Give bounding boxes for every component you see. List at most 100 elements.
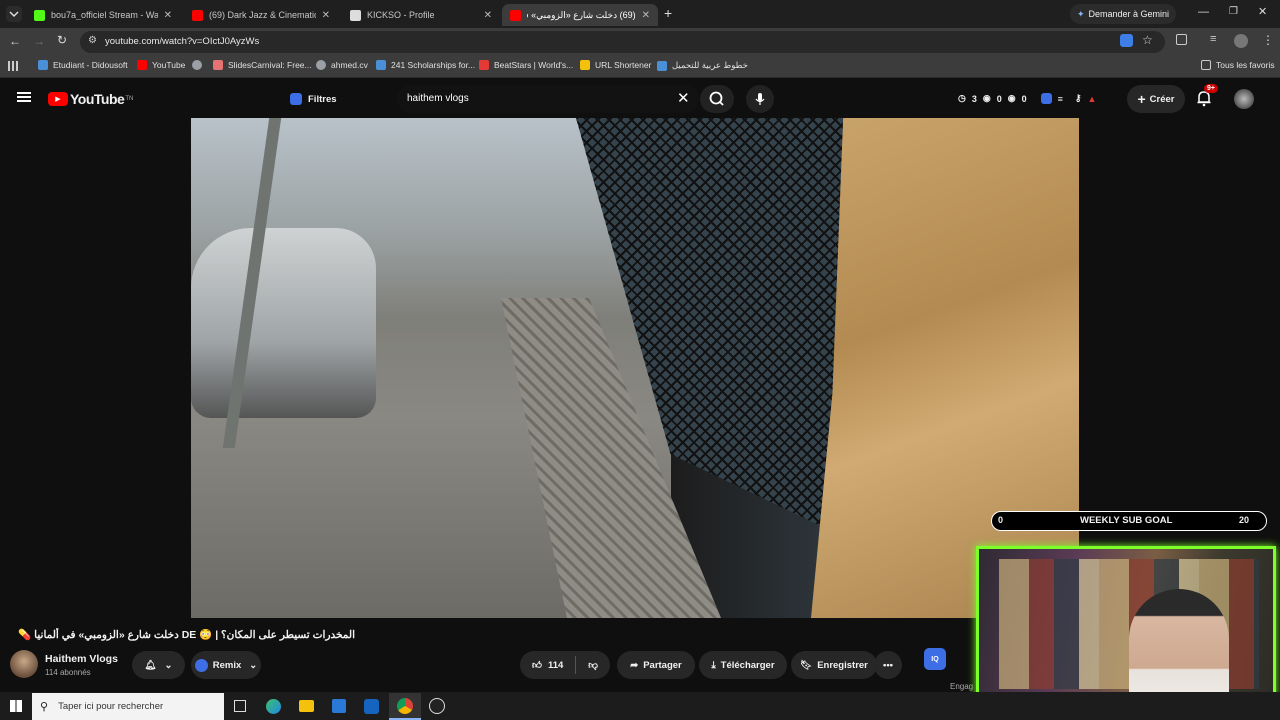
taskbar-search[interactable]: ⚲ Taper ici pour rechercher (32, 693, 224, 720)
tab-search-button[interactable] (6, 6, 22, 22)
taskbar-search-placeholder[interactable]: Taper ici pour rechercher (58, 701, 163, 712)
forward-icon[interactable]: → (33, 34, 45, 48)
extension-counters[interactable]: ◷ 3 ◉ 0 ◉ 0 ≡ ⚷ ▲ (958, 93, 1096, 104)
all-bookmarks-folder[interactable]: Tous les favoris (1201, 60, 1275, 70)
remix-button[interactable]: Remix ⌄ (191, 651, 261, 679)
store-icon[interactable] (332, 699, 346, 713)
url-text[interactable]: youtube.com/watch?v=OIctJ0AyzWs (105, 36, 259, 47)
gemini-button[interactable]: ✦ Demander à Gemini (1070, 4, 1176, 24)
menu-icon[interactable]: ⋮ (1262, 33, 1274, 47)
reload-icon[interactable]: ↻ (57, 33, 67, 47)
subscriber-count: 114 abonnés (45, 668, 91, 677)
more-actions-button[interactable]: ••• (874, 651, 902, 679)
create-label: Créer (1149, 93, 1175, 105)
like-button[interactable]: 👍︎ 114 (532, 659, 564, 672)
create-button[interactable]: + Créer (1127, 85, 1185, 113)
bookmark-didousoft[interactable]: Etudiant - Didousoft (38, 60, 128, 70)
channel-name[interactable]: Haithem Vlogs (45, 653, 118, 665)
close-icon[interactable]: ✕ (642, 10, 650, 21)
chevron-down-icon: ⌄ (164, 659, 173, 671)
channel-avatar[interactable] (10, 650, 38, 678)
bookmarks-bar: Etudiant - Didousoft YouTube SlidesCarni… (0, 56, 1280, 78)
tab-kick-stream[interactable]: bou7a_officiel Stream - Watch l ✕ (26, 4, 180, 26)
back-icon[interactable]: ← (9, 34, 21, 48)
account-avatar[interactable] (1234, 89, 1254, 109)
search-icon: ⚲ (40, 701, 49, 713)
edge-icon[interactable] (266, 699, 281, 714)
bookmark-scholarships[interactable]: 241 Scholarships for... (376, 60, 475, 70)
close-icon[interactable]: ✕ (484, 10, 492, 21)
clear-search-icon[interactable]: ✕ (677, 89, 690, 107)
close-icon[interactable]: ✕ (164, 10, 172, 21)
chrome-icon[interactable] (389, 693, 421, 720)
site-info-icon[interactable]: ⚙ (88, 35, 97, 46)
kickso-favicon-icon (350, 9, 361, 21)
share-button[interactable]: ➦ Partager (617, 651, 695, 679)
tab-label: (69) دخلت شارع «الزومبي» في أ (527, 9, 636, 20)
filters-button[interactable]: Filtres (290, 88, 337, 110)
download-button[interactable]: ⤓ Télécharger (699, 651, 787, 679)
bookmark-ahmed-cv[interactable]: ahmed.cv (316, 60, 368, 70)
eye-icon: ◉ (982, 93, 991, 103)
voice-search-button[interactable] (746, 85, 774, 113)
globe-icon (316, 60, 326, 70)
bookmark-beatstars[interactable]: BeatStars | World's... (479, 60, 573, 70)
task-view-icon[interactable] (234, 700, 246, 712)
filters-label: Filtres (308, 93, 337, 105)
cast-icon[interactable] (1120, 34, 1133, 47)
video-title: المخدرات تسيطر على المكان؟ | 😳 DE دخلت ش… (18, 629, 355, 641)
youtube-play-icon: ▶ (48, 92, 68, 106)
tab-current-video[interactable]: (69) دخلت شارع «الزومبي» في أ ✕ (502, 4, 658, 26)
maximize-button[interactable]: ❐ (1229, 6, 1238, 17)
all-bookmarks-label: Tous les favoris (1216, 60, 1275, 70)
file-explorer-icon[interactable] (299, 700, 314, 712)
windows-taskbar: ⚲ Taper ici pour rechercher (0, 692, 1280, 720)
logo-text: YouTube (70, 91, 125, 107)
folder-icon (580, 60, 590, 70)
notifications-button[interactable]: 9+ (1196, 84, 1218, 112)
save-button[interactable]: 🔖︎ Enregistrer (791, 651, 877, 679)
search-box[interactable]: haithem vlogs ✕ (397, 85, 699, 113)
alert-icon: ▲ (1087, 93, 1097, 104)
extensions-icon[interactable] (1176, 34, 1187, 45)
like-count: 114 (547, 659, 564, 671)
star-icon[interactable]: ☆ (1142, 33, 1153, 47)
new-tab-button[interactable]: + (664, 5, 672, 21)
close-icon[interactable]: ✕ (322, 10, 330, 21)
tab-label: bou7a_officiel Stream - Watch l (51, 10, 158, 20)
key-icon: ⚷ (1074, 93, 1082, 103)
like-dislike-group: 👍︎ 114 👎︎ (520, 651, 610, 679)
bookmark-url-shortener[interactable]: URL Shortener (580, 60, 651, 70)
chevron-down-icon (9, 11, 19, 18)
tab-kickso-profile[interactable]: KICKSO - Profile ✕ (342, 4, 500, 26)
reading-list-icon[interactable]: ≡ (1210, 33, 1216, 45)
apps-icon[interactable] (8, 61, 18, 71)
bookmark-label: BeatStars | World's... (494, 60, 574, 70)
bookmark-arabic-fonts[interactable]: خطوط عربية للتحميل (657, 60, 748, 71)
close-window-button[interactable]: ✕ (1258, 5, 1267, 18)
search-input[interactable]: haithem vlogs (407, 93, 469, 104)
hamburger-menu-icon[interactable] (17, 92, 31, 102)
gemini-label: Demander à Gemini (1088, 9, 1170, 19)
minimize-button[interactable]: — (1198, 6, 1209, 18)
youtube-favicon-icon (510, 9, 521, 21)
profile-avatar[interactable] (1234, 34, 1248, 48)
subscribed-button[interactable]: 🔔︎ ⌄ (132, 651, 185, 679)
search-button[interactable] (700, 85, 734, 113)
download-icon: ⤓ (711, 659, 716, 671)
bookmark-slidescarnival[interactable]: SlidesCarnival: Free... (213, 60, 312, 70)
goal-start-value: 0 (998, 515, 1004, 525)
video-player[interactable] (191, 118, 1079, 618)
obs-icon[interactable] (429, 698, 445, 714)
share-icon: ➦ (630, 659, 639, 671)
address-bar[interactable]: ⚙ youtube.com/watch?v=OIctJ0AyzWs ☆ (80, 31, 1165, 53)
youtube-logo[interactable]: ▶ YouTube TN (48, 91, 133, 107)
tab-dark-jazz[interactable]: (69) Dark Jazz & Cinematic Trip ✕ (184, 4, 338, 26)
bookmark-youtube[interactable]: YouTube (137, 60, 185, 70)
outlook-icon[interactable] (364, 699, 379, 714)
video-parked-car (191, 228, 376, 418)
bookmark-globe[interactable] (192, 60, 207, 70)
dislike-button[interactable]: 👎︎ (588, 659, 598, 671)
iq-extension-button[interactable]: IQ (924, 648, 946, 670)
start-icon[interactable] (10, 700, 22, 712)
